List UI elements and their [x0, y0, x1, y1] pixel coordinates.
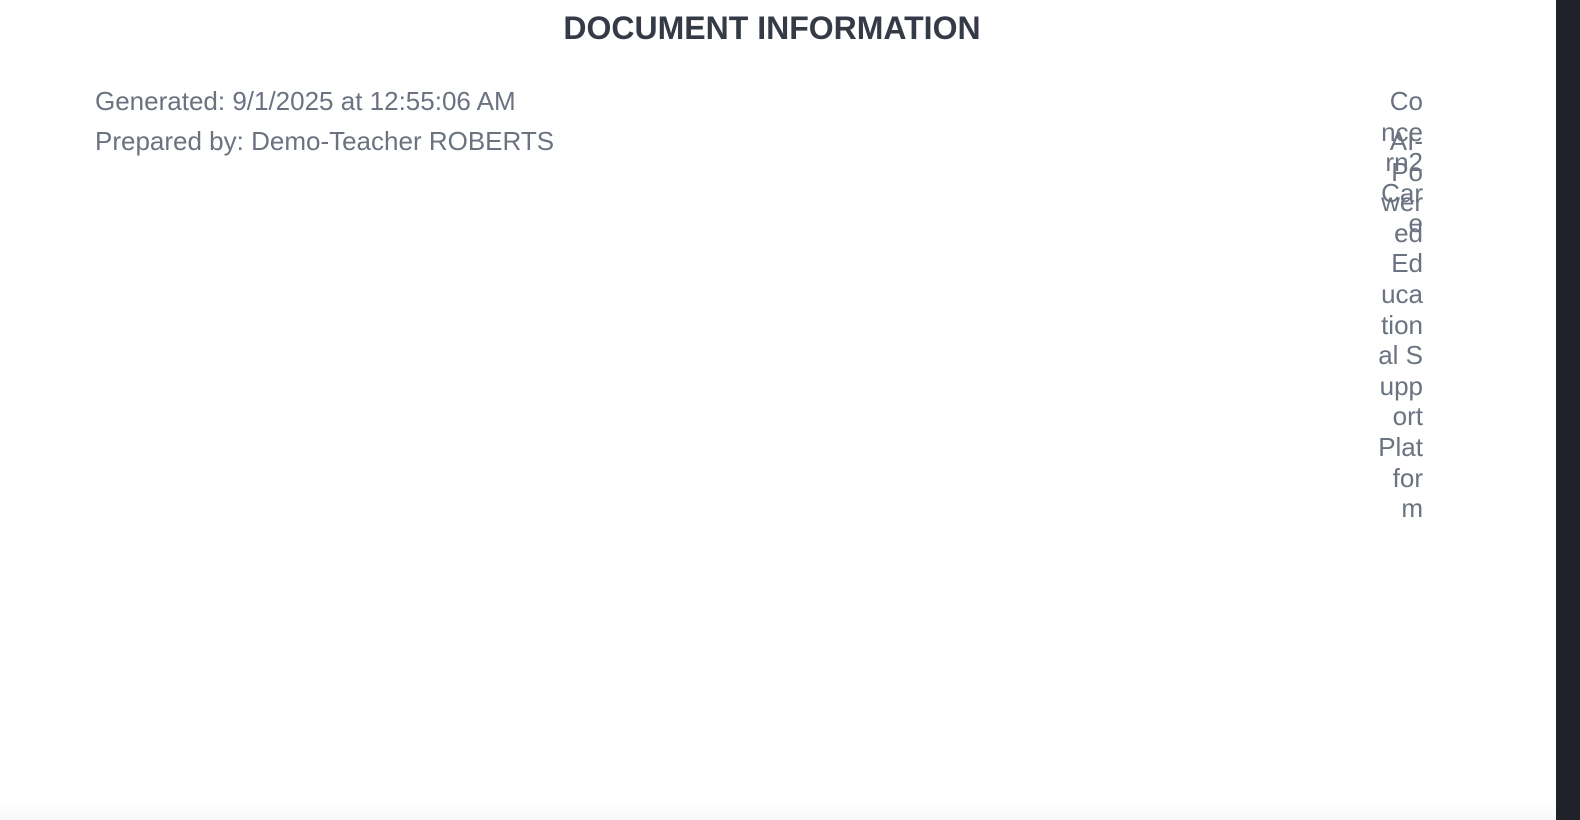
document-title: DOCUMENT INFORMATION — [563, 10, 981, 46]
page-bottom-shade — [0, 800, 1556, 820]
platform-tagline: AI-Powered Educational Support Platform — [1378, 126, 1423, 524]
window-edge — [1556, 0, 1580, 820]
prepared-by: Prepared by: Demo-Teacher ROBERTS — [95, 126, 555, 156]
document-page: DOCUMENT INFORMATION Generated: 9/1/2025… — [0, 0, 1556, 820]
generated-timestamp: Generated: 9/1/2025 at 12:55:06 AM — [95, 86, 516, 116]
